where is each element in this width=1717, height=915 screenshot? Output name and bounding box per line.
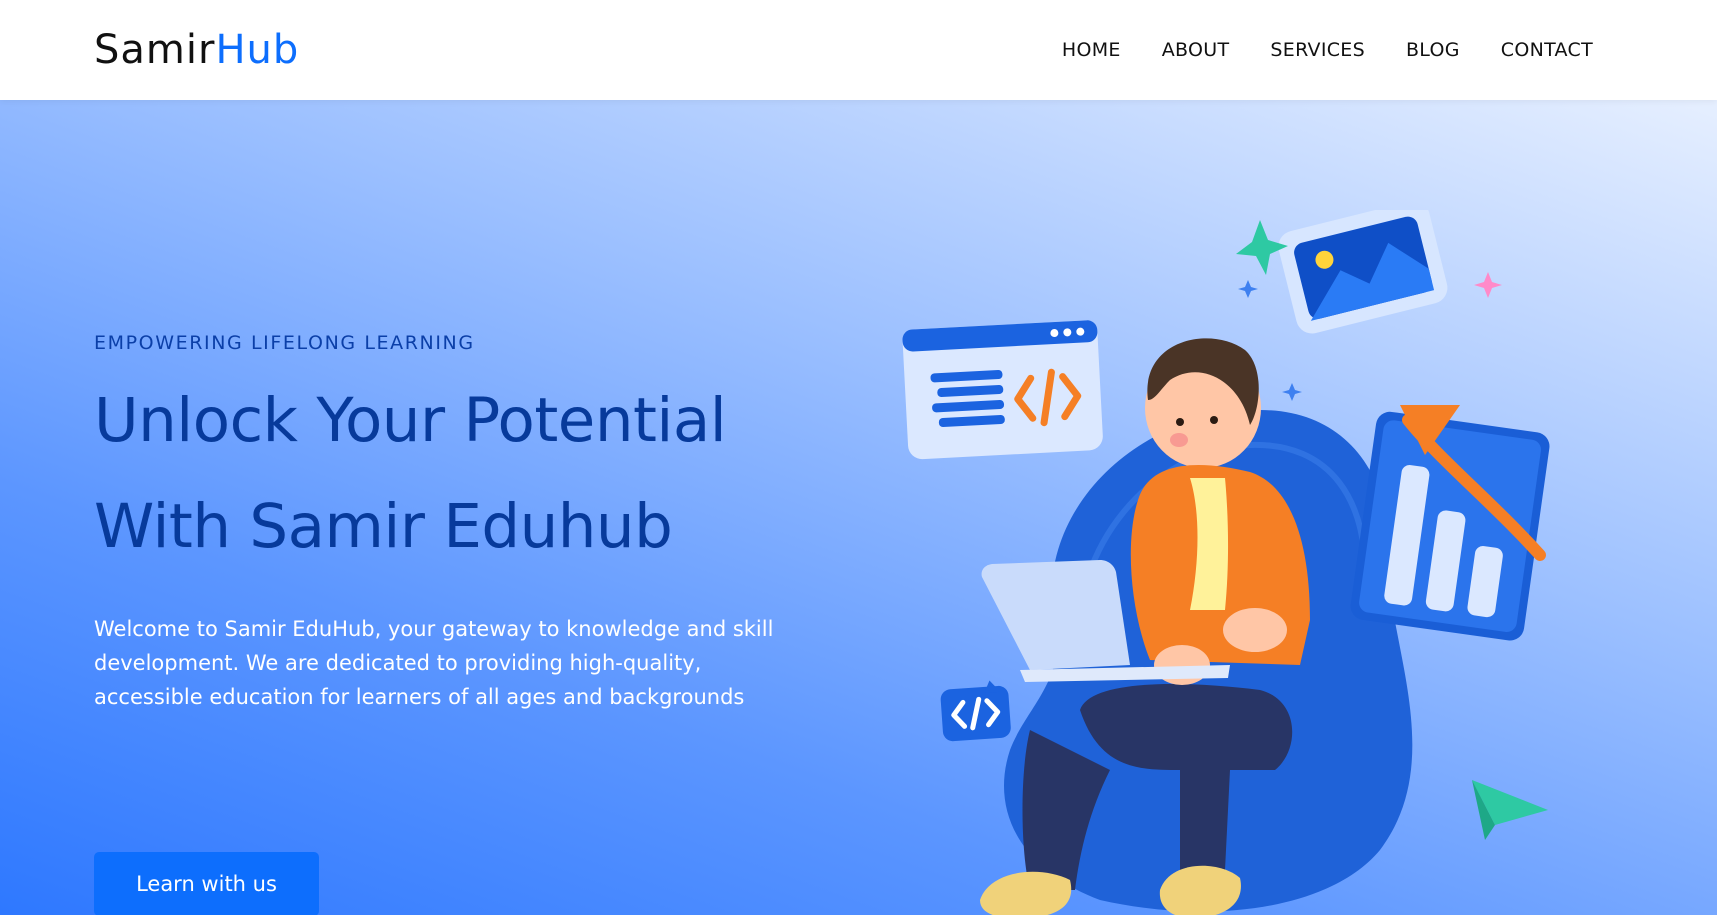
nav-item-blog: BLOG: [1406, 39, 1460, 61]
image-card-icon: [1278, 210, 1448, 334]
hero-text-block: EMPOWERING LIFELONG LEARNING Unlock Your…: [94, 332, 814, 915]
brand-logo[interactable]: SamirHub: [94, 27, 299, 73]
nav-item-services: SERVICES: [1270, 39, 1365, 61]
hero-headline: Unlock Your Potential With Samir Eduhub: [94, 368, 814, 580]
nav-link-contact[interactable]: CONTACT: [1501, 39, 1593, 61]
nav-item-home: HOME: [1062, 39, 1121, 61]
hero-headline-line1: Unlock Your Potential: [94, 385, 727, 456]
brand-name-part1: Samir: [94, 27, 216, 73]
code-window-icon: [902, 320, 1103, 460]
hero-headline-line2: With Samir Eduhub: [94, 491, 673, 562]
learn-with-us-button[interactable]: Learn with us: [94, 852, 319, 915]
hero-section: EMPOWERING LIFELONG LEARNING Unlock Your…: [0, 100, 1717, 915]
nav-item-about: ABOUT: [1162, 39, 1230, 61]
brand-name-part2: Hub: [215, 27, 300, 73]
paper-plane-icon: [1472, 780, 1548, 840]
top-navbar: SamirHub HOME ABOUT SERVICES BLOG CONTAC…: [0, 0, 1717, 100]
code-bubble-icon: [940, 680, 1011, 742]
nav-menu: HOME ABOUT SERVICES BLOG CONTACT: [1062, 39, 1593, 61]
nav-link-services[interactable]: SERVICES: [1270, 39, 1365, 61]
hero-description: Welcome to Samir EduHub, your gateway to…: [94, 617, 774, 709]
hero-eyebrow: EMPOWERING LIFELONG LEARNING: [94, 332, 475, 354]
nav-item-contact: CONTACT: [1501, 39, 1593, 61]
bar-chart-icon: [1350, 411, 1550, 641]
nav-link-about[interactable]: ABOUT: [1162, 39, 1230, 61]
nav-link-home[interactable]: HOME: [1062, 39, 1121, 61]
hero-illustration: [902, 210, 1550, 915]
nav-link-blog[interactable]: BLOG: [1406, 39, 1460, 61]
